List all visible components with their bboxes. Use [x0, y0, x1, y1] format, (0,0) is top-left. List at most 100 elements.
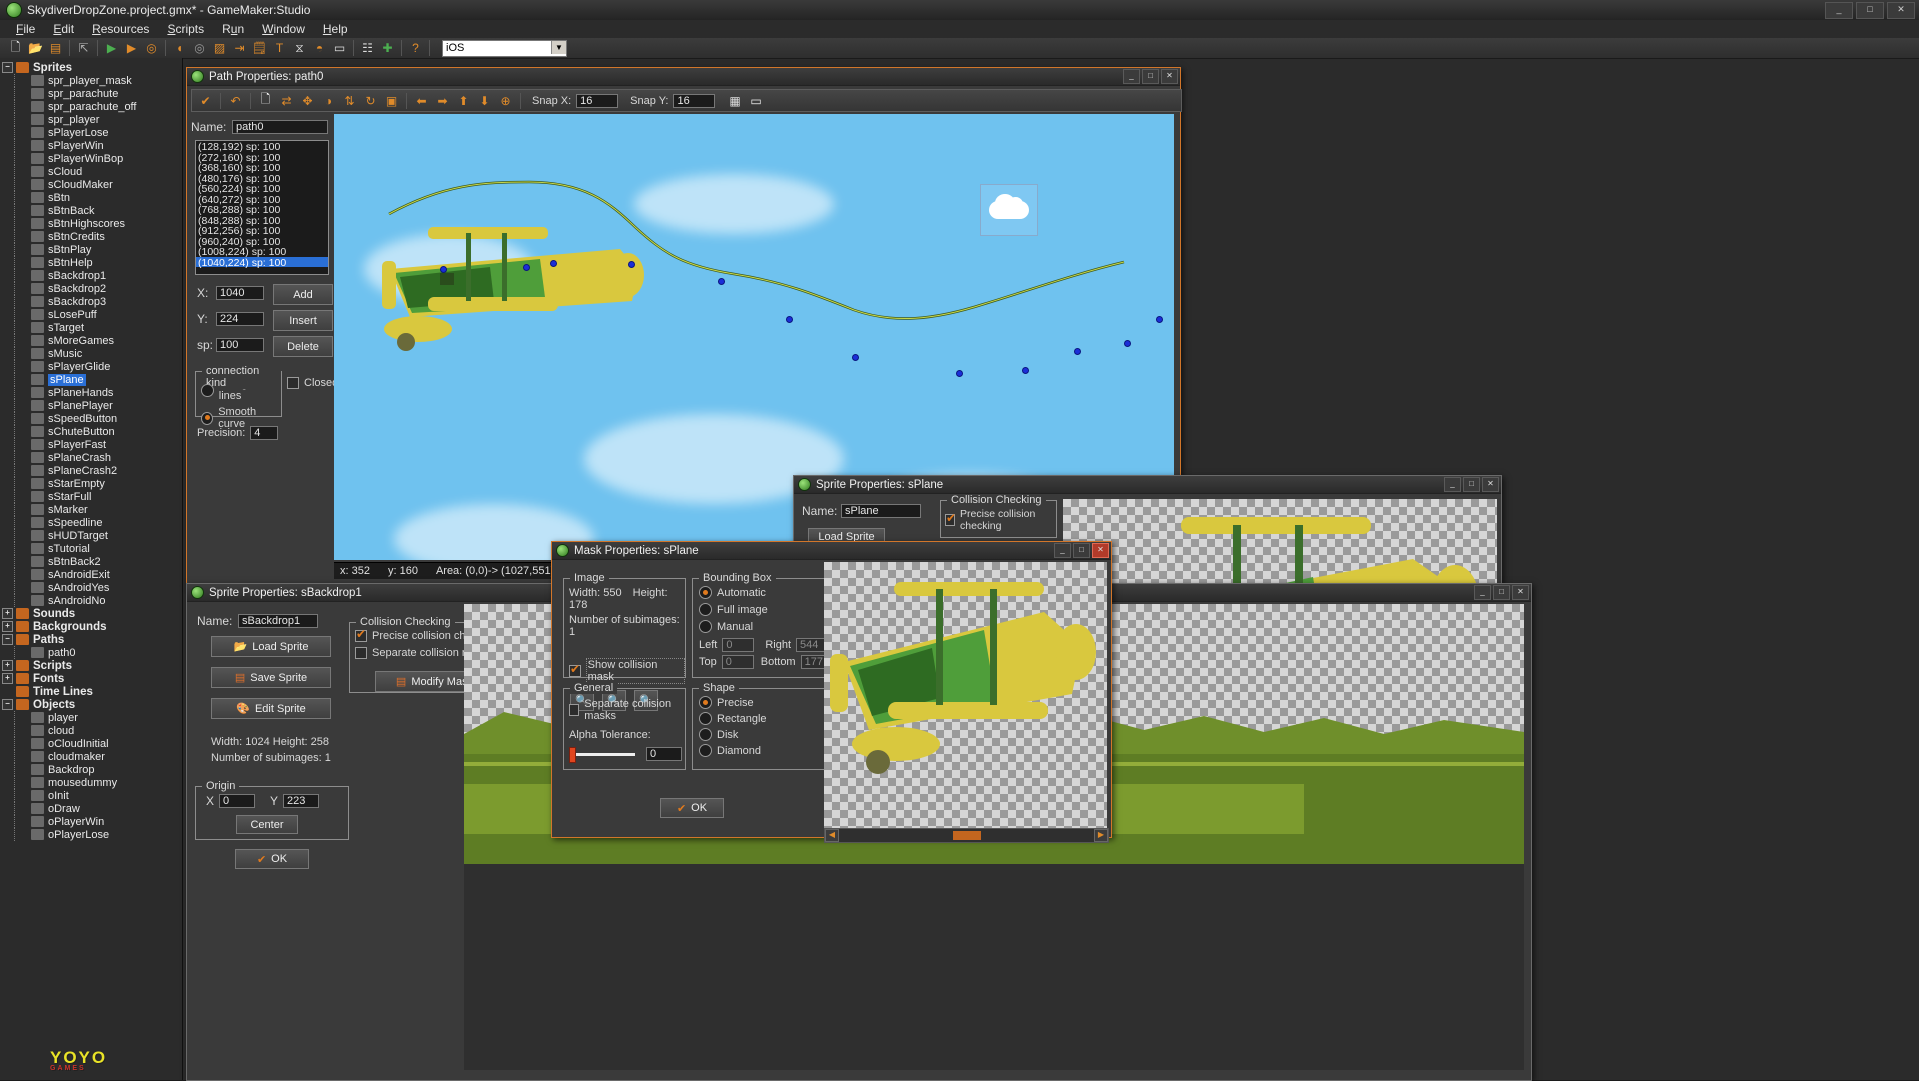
create-path-icon[interactable]: ⇥	[230, 39, 249, 57]
tree-item-sPlayerFast[interactable]: sPlayerFast	[0, 438, 182, 451]
point-speed-input[interactable]: 100	[216, 338, 264, 352]
tree-item-sBackdrop1[interactable]: sBackdrop1	[0, 269, 182, 282]
save-project-icon[interactable]: ▤	[46, 39, 65, 57]
plane-precise-collision-checkbox[interactable]	[945, 514, 955, 526]
point-y-input[interactable]: 224	[216, 312, 264, 326]
tree-item-sPlaneCrash[interactable]: sPlaneCrash	[0, 451, 182, 464]
backdrop-minimize-button[interactable]: _	[1474, 585, 1491, 600]
path-name-input[interactable]: path0	[232, 120, 328, 134]
path-window-titlebar[interactable]: Path Properties: path0 _ □ ✕	[187, 68, 1180, 86]
tree-item-sCloud[interactable]: sCloud	[0, 165, 182, 178]
tree-item-sAndroidYes[interactable]: sAndroidYes	[0, 581, 182, 594]
grid-toggle-icon[interactable]: ▦	[725, 92, 744, 110]
mask-preview-hscroll[interactable]: ◀ ▶	[824, 828, 1109, 843]
tree-item-sBtnHighscores[interactable]: sBtnHighscores	[0, 217, 182, 230]
create-object-icon[interactable]: ◓	[310, 39, 329, 57]
close-button[interactable]: ✕	[1887, 2, 1915, 19]
plane-name-input[interactable]: sPlane	[841, 504, 921, 518]
path-point-marker[interactable]	[718, 278, 725, 285]
tree-item-sChuteButton[interactable]: sChuteButton	[0, 425, 182, 438]
center-origin-button[interactable]: Center	[236, 815, 298, 834]
plane-window-titlebar[interactable]: Sprite Properties: sPlane _ □ ✕	[794, 476, 1501, 494]
closed-checkbox[interactable]	[287, 377, 299, 389]
path-point-row[interactable]: (128,192) sp: 100	[196, 141, 328, 152]
path-point-row[interactable]: (368,160) sp: 100	[196, 162, 328, 173]
path-point-marker[interactable]	[1022, 367, 1029, 374]
tree-item-spr_parachute_off[interactable]: spr_parachute_off	[0, 100, 182, 113]
path-point-row[interactable]: (480,176) sp: 100	[196, 173, 328, 184]
global-game-settings-icon[interactable]: ✚	[378, 39, 397, 57]
tree-item-sAndroidExit[interactable]: sAndroidExit	[0, 568, 182, 581]
tree-item-sBtnHelp[interactable]: sBtnHelp	[0, 256, 182, 269]
undo-icon[interactable]: ↶	[226, 92, 245, 110]
tree-item-sLosePuff[interactable]: sLosePuff	[0, 308, 182, 321]
path-point-row[interactable]: (912,256) sp: 100	[196, 225, 328, 236]
target-platform-select[interactable]: iOS ▼	[442, 40, 567, 57]
scale-icon[interactable]: ▣	[382, 92, 401, 110]
tree-group-fonts[interactable]: +Fonts	[0, 672, 182, 685]
mask-minimize-button[interactable]: _	[1054, 543, 1071, 558]
tree-item-path0[interactable]: path0	[0, 646, 182, 659]
backdrop-precise-collision-checkbox[interactable]	[355, 630, 367, 642]
collapse-toggle-icon[interactable]: −	[2, 634, 13, 645]
menu-scripts[interactable]: Scripts	[159, 21, 212, 37]
tree-item-sTutorial[interactable]: sTutorial	[0, 542, 182, 555]
run-icon[interactable]: ▶	[102, 39, 121, 57]
path-point-row[interactable]: (848,288) sp: 100	[196, 215, 328, 226]
path-point-row[interactable]: (560,224) sp: 100	[196, 183, 328, 194]
path-point-marker[interactable]	[523, 264, 530, 271]
backdrop-name-input[interactable]: sBackdrop1	[238, 614, 318, 628]
show-collision-mask-checkbox[interactable]	[569, 665, 581, 677]
chevron-down-icon[interactable]: ▼	[551, 41, 566, 54]
path-minimize-button[interactable]: _	[1123, 69, 1140, 84]
create-sprite-icon[interactable]: ◖	[170, 39, 189, 57]
menu-file[interactable]: File	[8, 21, 43, 37]
path-point-marker[interactable]	[852, 354, 859, 361]
tree-item-sPlane[interactable]: sPlane	[0, 373, 182, 386]
mask-close-button[interactable]: ✕	[1092, 543, 1109, 558]
origin-y-input[interactable]: 223	[283, 794, 319, 808]
help-icon[interactable]: ?	[406, 39, 425, 57]
mask-maximize-button[interactable]: □	[1073, 543, 1090, 558]
create-timeline-icon[interactable]: ⧖	[290, 39, 309, 57]
ok-check-icon[interactable]: ✔	[196, 92, 215, 110]
path-point-marker[interactable]	[956, 370, 963, 377]
menu-window[interactable]: Window	[254, 21, 313, 37]
background-image-icon[interactable]: ▭	[746, 92, 765, 110]
path-point-marker[interactable]	[440, 266, 447, 273]
shape-diamond-radio[interactable]	[699, 744, 712, 757]
tree-item-sMoreGames[interactable]: sMoreGames	[0, 334, 182, 347]
create-font-icon[interactable]: T	[270, 39, 289, 57]
expand-toggle-icon[interactable]: +	[2, 673, 13, 684]
tree-item-sStarEmpty[interactable]: sStarEmpty	[0, 477, 182, 490]
backdrop-separate-masks-checkbox[interactable]	[355, 647, 367, 659]
tree-item-sSpeedButton[interactable]: sSpeedButton	[0, 412, 182, 425]
expand-toggle-icon[interactable]: +	[2, 660, 13, 671]
scroll-right-arrow-icon[interactable]: ▶	[1094, 829, 1108, 842]
bounding-manual-radio[interactable]	[699, 620, 712, 633]
tree-group-paths[interactable]: −Paths	[0, 633, 182, 646]
shape-precise-radio[interactable]	[699, 696, 712, 709]
snap-y-input[interactable]: 16	[673, 94, 715, 108]
up-arrow-icon[interactable]: ⬆	[454, 92, 473, 110]
tree-item-sHUDTarget[interactable]: sHUDTarget	[0, 529, 182, 542]
snap-x-input[interactable]: 16	[576, 94, 618, 108]
resource-tree[interactable]: −Spritesspr_player_maskspr_parachutespr_…	[0, 58, 183, 1080]
create-script-icon[interactable]: 🗒	[250, 39, 269, 57]
left-arrow-icon[interactable]: ⬅	[412, 92, 431, 110]
tree-item-spr_player_mask[interactable]: spr_player_mask	[0, 74, 182, 87]
backdrop-close-button[interactable]: ✕	[1512, 585, 1529, 600]
bounding-full-image-radio[interactable]	[699, 603, 712, 616]
create-sound-icon[interactable]: ◎	[190, 39, 209, 57]
plane-minimize-button[interactable]: _	[1444, 477, 1461, 492]
export-project-icon[interactable]: ⇱	[74, 39, 93, 57]
clear-path-icon[interactable]: 🗋	[256, 92, 275, 110]
flip-horizontal-icon[interactable]: ⇄	[277, 92, 296, 110]
tree-item-sMarker[interactable]: sMarker	[0, 503, 182, 516]
plane-maximize-button[interactable]: □	[1463, 477, 1480, 492]
path-point-marker[interactable]	[786, 316, 793, 323]
create-background-icon[interactable]: ▨	[210, 39, 229, 57]
tree-group-sounds[interactable]: +Sounds	[0, 607, 182, 620]
tree-item-sPlanePlayer[interactable]: sPlanePlayer	[0, 399, 182, 412]
menu-help[interactable]: Help	[315, 21, 356, 37]
